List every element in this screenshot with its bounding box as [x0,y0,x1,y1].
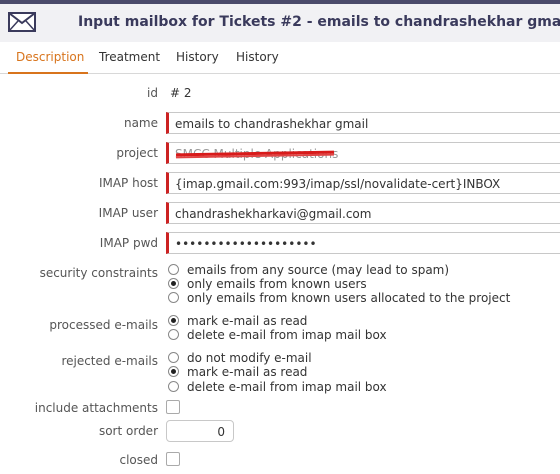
active-tab-indicator [8,72,88,74]
imap-user-field[interactable]: chandrashekharkavi@gmail.com [166,202,560,224]
radio-button[interactable] [168,381,179,392]
sort-order-label: sort order [98,424,158,438]
security-constraints-label: security constraints [39,266,158,280]
sort-order-input[interactable]: 0 [166,420,234,442]
radio-button-checked[interactable] [168,366,179,377]
imap-pwd-field[interactable]: •••••••••••••••••••• [166,232,560,254]
processed-emails-label: processed e-mails [49,318,158,332]
tab-treatment[interactable]: Treatment [99,50,160,64]
radio-button[interactable] [168,352,179,363]
radio-button[interactable] [168,292,179,303]
id-label: id [147,86,158,100]
radio-button[interactable] [168,329,179,340]
tab-history-2[interactable]: History [236,50,279,64]
imap-host-label: IMAP host [98,176,158,190]
imap-user-label: IMAP user [98,206,158,220]
radio-button-checked[interactable] [168,278,179,289]
radio-button[interactable] [168,264,179,275]
radio-button-checked[interactable] [168,315,179,326]
rejected-emails-label: rejected e-mails [61,354,158,368]
tab-history[interactable]: History [176,50,219,64]
imap-pwd-label: IMAP pwd [99,236,158,250]
envelope-icon [8,12,36,32]
page-title: Input mailbox for Tickets #2 - emails to… [78,14,560,30]
id-value: # 2 [170,86,192,100]
tab-bar: Description Treatment History History [0,42,560,74]
include-attachments-checkbox[interactable] [166,400,180,414]
closed-checkbox[interactable] [166,452,180,466]
name-label: name [123,116,158,130]
closed-label: closed [119,453,158,467]
project-label: project [116,146,158,160]
include-attachments-label: include attachments [34,401,158,415]
imap-host-field[interactable]: {imap.gmail.com:993/imap/ssl/novalidate-… [166,172,560,194]
tab-description[interactable]: Description [16,50,84,64]
name-field[interactable]: emails to chandrashekhar gmail [166,112,560,134]
page-header: Input mailbox for Tickets #2 - emails to… [0,4,560,42]
